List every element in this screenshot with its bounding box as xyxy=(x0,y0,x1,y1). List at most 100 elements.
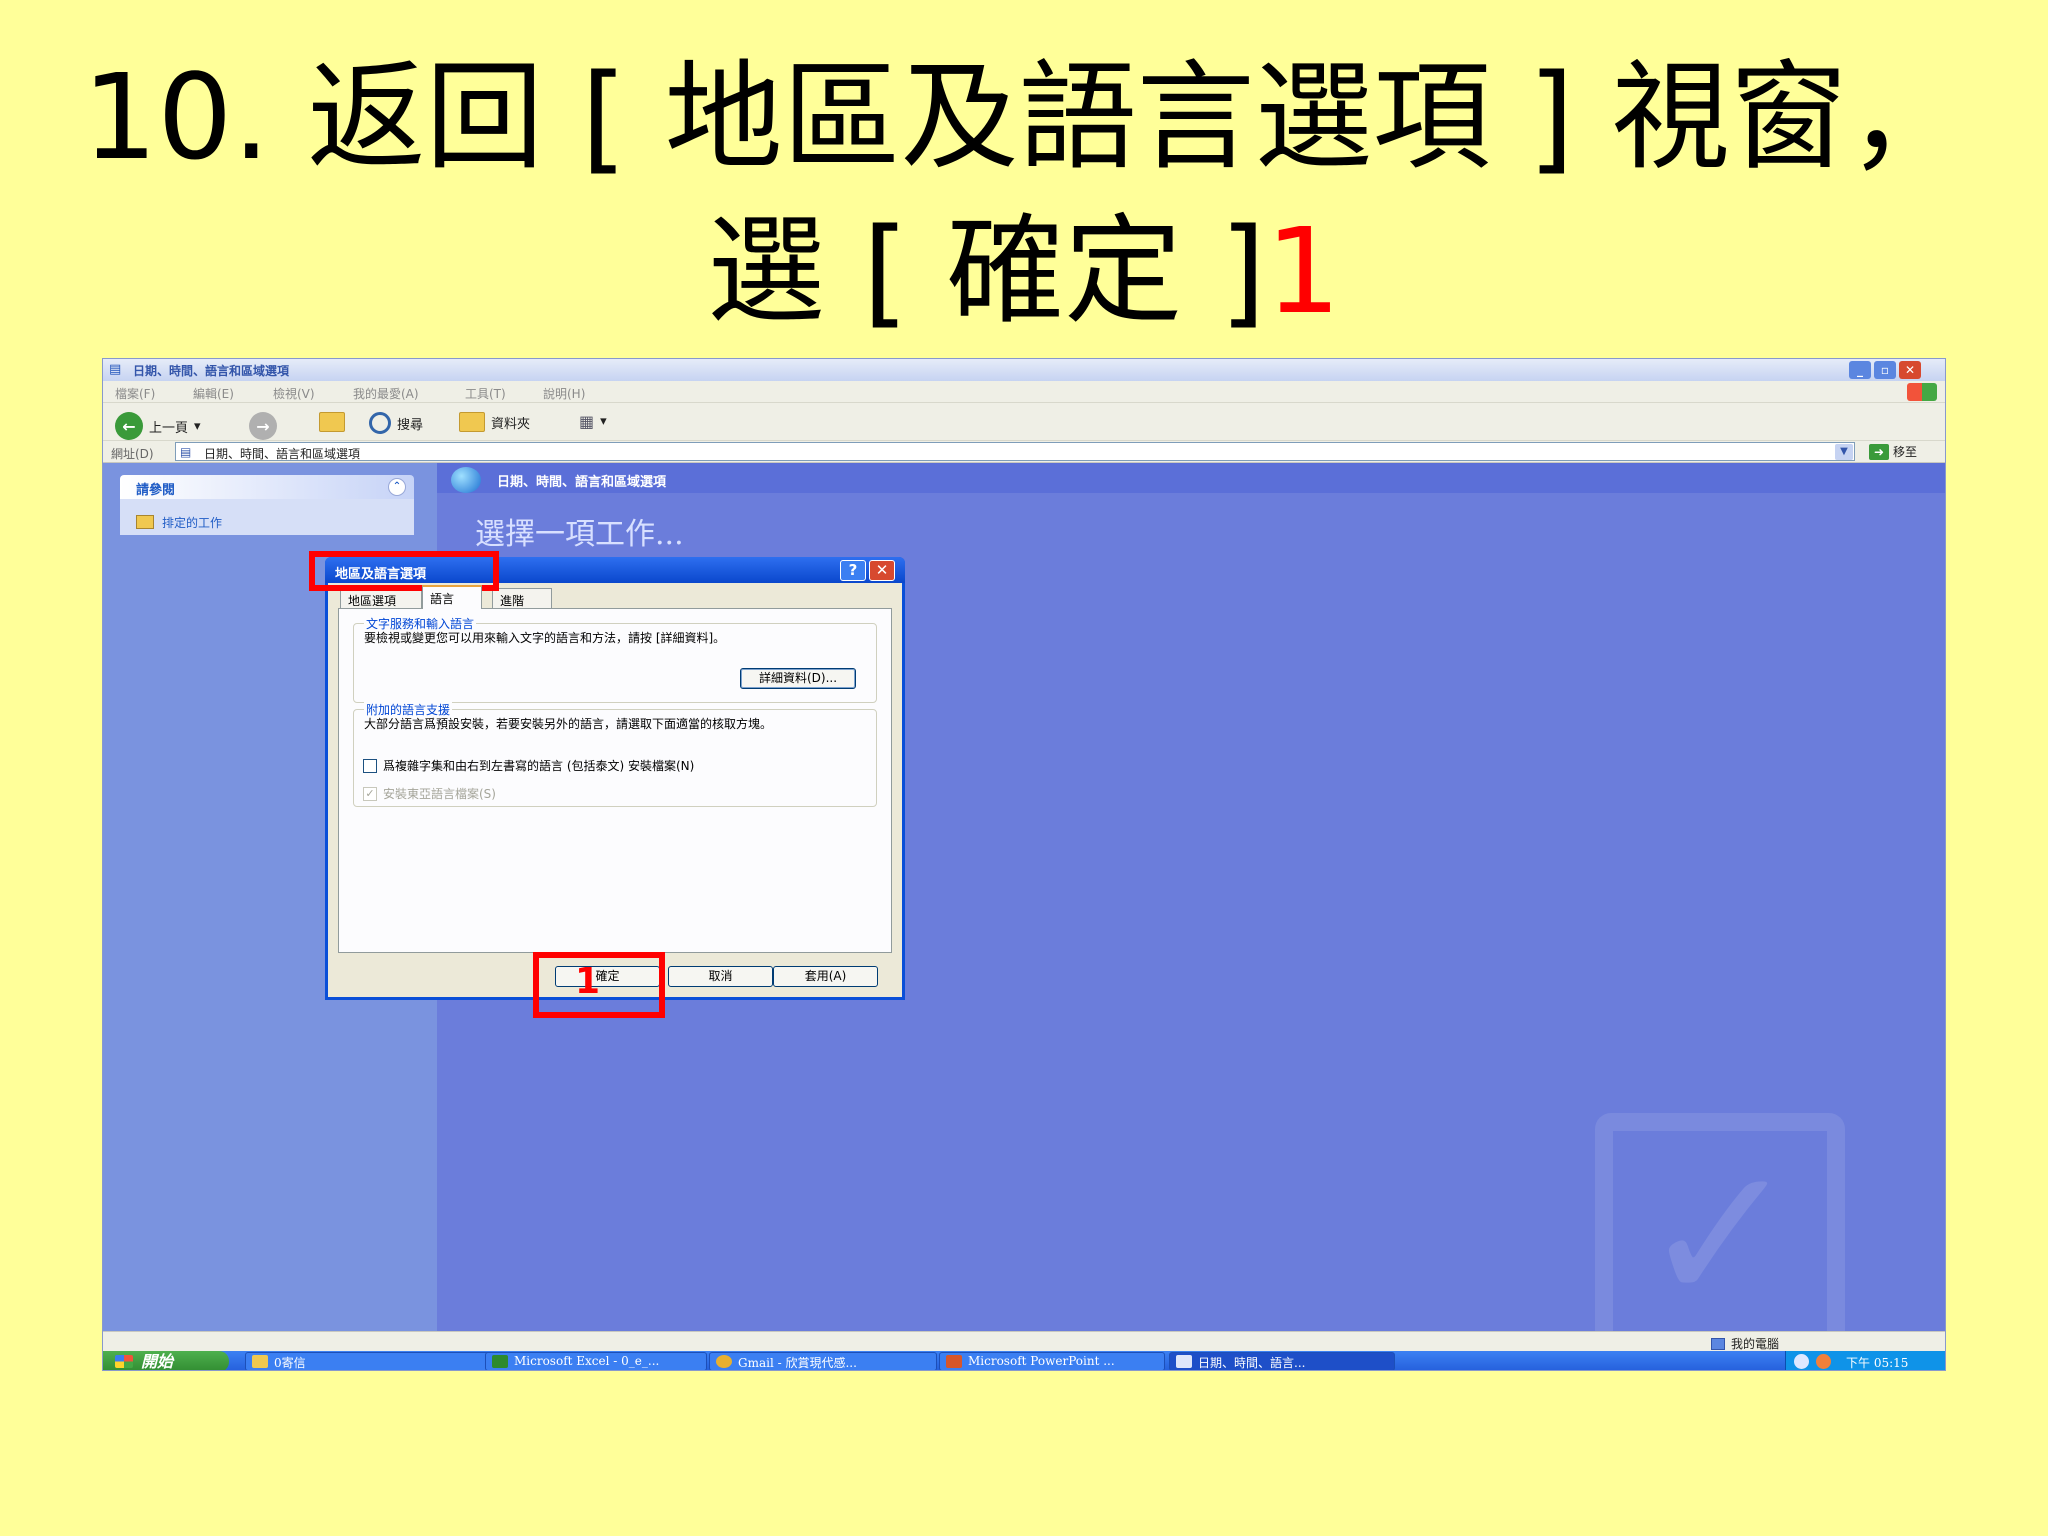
views-button[interactable]: ▦ ▾ xyxy=(579,412,607,431)
tray-app-icon[interactable] xyxy=(1816,1354,1831,1369)
menu-favorites[interactable]: 我的最愛(A) xyxy=(353,385,419,402)
start-label: 開始 xyxy=(141,1352,174,1371)
address-bar: 網址(D) ▤ 日期、時間、語言和區域選項 ▼ ➜ 移至 xyxy=(103,441,1945,463)
folder-icon xyxy=(252,1355,268,1368)
control-panel-icon: ▤ xyxy=(109,362,122,377)
text-services-group: 文字服務和輸入語言 要檢視或變更您可以用來輸入文字的語言和方法，請按 [詳細資料… xyxy=(353,615,877,703)
east-asian-checkbox-row: ✓ 安裝東亞語言檔案(S) xyxy=(363,785,496,802)
explorer-title-bar[interactable]: ▤ 日期、時間、語言和區域選項 _ ▫ ✕ xyxy=(103,359,1945,381)
explorer-title: 日期、時間、語言和區域選項 xyxy=(133,364,290,378)
windows-screenshot: ▤ 日期、時間、語言和區域選項 _ ▫ ✕ 檔案(F) 編輯(E) 檢視(V) … xyxy=(102,358,1946,1371)
go-button[interactable]: ➜ 移至 xyxy=(1869,443,1917,460)
powerpoint-icon xyxy=(946,1355,962,1368)
windows-flag-icon xyxy=(115,1355,133,1368)
taskbar-item-label: Microsoft Excel - 0_e_... xyxy=(514,1354,660,1368)
menu-file[interactable]: 檔案(F) xyxy=(115,385,155,402)
regional-language-dialog: 地區及語言選項 ? ✕ 地區選項 語言 進階 文字服務和輸入語言 要檢視或變更您… xyxy=(325,557,905,1000)
chevron-down-icon: ▾ xyxy=(600,414,607,429)
forward-button[interactable]: → xyxy=(249,412,277,440)
status-my-computer: 我的電腦 xyxy=(1711,1335,1779,1352)
supplemental-legend: 附加的語言支援 xyxy=(364,701,453,718)
taskbar-item-excel[interactable]: Microsoft Excel - 0_e_... xyxy=(485,1352,707,1370)
up-folder-icon xyxy=(319,412,345,432)
tab-languages[interactable]: 語言 xyxy=(422,585,482,609)
address-value: 日期、時間、語言和區域選項 xyxy=(204,447,361,461)
category-title: 日期、時間、語言和區域選項 xyxy=(497,475,667,490)
slide-title-step-number: 1 xyxy=(1265,202,1341,340)
chevron-down-icon: ▾ xyxy=(194,418,201,434)
address-dropdown-button[interactable]: ▼ xyxy=(1835,444,1853,460)
taskbar: 開始 0寄信 Microsoft Excel - 0_e_... Gmail -… xyxy=(103,1351,1945,1371)
supplemental-description: 大部分語言爲預設安裝，若要安裝另外的語言，請選取下面適當的核取方塊。 xyxy=(364,717,773,731)
go-label: 移至 xyxy=(1893,445,1918,459)
tab-advanced[interactable]: 進階 xyxy=(492,588,552,608)
browser-icon xyxy=(716,1355,732,1368)
help-button[interactable]: ? xyxy=(840,560,866,581)
taskbar-item-label: Gmail - 欣賞現代感... xyxy=(738,1356,857,1370)
search-label: 搜尋 xyxy=(397,417,424,433)
back-arrow-icon: ← xyxy=(115,412,143,440)
minimize-button[interactable]: _ xyxy=(1849,361,1871,379)
globe-icon xyxy=(451,467,481,493)
taskbar-item-label: 0寄信 xyxy=(274,1356,306,1370)
taskbar-item-datetime[interactable]: 日期、時間、語言... xyxy=(1169,1352,1395,1370)
category-header: 日期、時間、語言和區域選項 xyxy=(437,463,1945,493)
see-also-header[interactable]: 請參閱 ⌃ xyxy=(120,475,414,499)
start-button[interactable]: 開始 xyxy=(103,1351,229,1371)
apply-button[interactable]: 套用(A) xyxy=(773,966,878,987)
control-panel-icon xyxy=(1176,1355,1192,1368)
folders-button[interactable]: 資料夾 xyxy=(459,412,530,432)
taskbar-item-label: Microsoft PowerPoint ... xyxy=(968,1354,1115,1368)
ok-step-marker: 1 xyxy=(575,961,601,1002)
menu-edit[interactable]: 編輯(E) xyxy=(193,385,234,402)
dialog-body: 地區選項 語言 進階 文字服務和輸入語言 要檢視或變更您可以用來輸入文字的語言和… xyxy=(328,583,902,997)
forward-arrow-icon: → xyxy=(249,412,277,440)
menu-tools[interactable]: 工具(T) xyxy=(465,385,506,402)
taskbar-item-label: 日期、時間、語言... xyxy=(1198,1356,1306,1370)
search-button[interactable]: 搜尋 xyxy=(369,412,423,434)
windows-flag-icon xyxy=(1907,383,1937,401)
east-asian-checkbox: ✓ xyxy=(363,786,377,801)
views-icon: ▦ xyxy=(579,412,595,431)
menu-help[interactable]: 說明(H) xyxy=(543,385,585,402)
see-also-title: 請參閱 xyxy=(136,483,176,498)
details-button[interactable]: 詳細資料(D)... xyxy=(740,668,856,689)
computer-icon xyxy=(1711,1337,1725,1350)
complex-script-label: 爲複雜字集和由右到左書寫的語言 (包括泰文) 安裝檔案(N) xyxy=(383,759,695,773)
see-also-item-scheduled-tasks[interactable]: 排定的工作 xyxy=(162,514,222,531)
search-icon xyxy=(369,412,391,434)
taskbar-item-powerpoint[interactable]: Microsoft PowerPoint ... xyxy=(939,1352,1165,1370)
folders-label: 資料夾 xyxy=(491,416,531,432)
complex-script-checkbox[interactable] xyxy=(363,758,377,773)
go-arrow-icon: ➜ xyxy=(1869,443,1889,460)
clock[interactable]: 下午 05:15 xyxy=(1846,1356,1908,1370)
cancel-button[interactable]: 取消 xyxy=(668,966,773,987)
collapse-icon[interactable]: ⌃ xyxy=(388,478,406,496)
up-folder-button[interactable] xyxy=(319,412,345,432)
slide-title-line2: 選 [ 確定 ]1 xyxy=(0,196,2048,346)
excel-icon xyxy=(492,1355,508,1368)
status-computer-label: 我的電腦 xyxy=(1731,1337,1780,1351)
dialog-close-button[interactable]: ✕ xyxy=(869,560,895,581)
tab-regional-options[interactable]: 地區選項 xyxy=(340,588,422,608)
back-label: 上一頁 xyxy=(149,420,189,436)
east-asian-label: 安裝東亞語言檔案(S) xyxy=(383,787,496,801)
restore-button[interactable]: ▫ xyxy=(1874,361,1896,379)
tray-expand-icon[interactable] xyxy=(1794,1354,1809,1369)
pick-task-heading: 選擇一項工作... xyxy=(475,517,684,552)
see-also-list: 排定的工作 xyxy=(120,499,414,535)
complex-script-checkbox-row[interactable]: 爲複雜字集和由右到左書寫的語言 (包括泰文) 安裝檔案(N) xyxy=(363,757,694,774)
toolbar: ← 上一頁 ▾ → 搜尋 資料夾 ▦ ▾ xyxy=(103,403,1945,441)
slide-title-line1: 10. 返回 [ 地區及語言選項 ] 視窗， xyxy=(82,48,1966,186)
taskbar-item-gmail[interactable]: Gmail - 欣賞現代感... xyxy=(709,1352,937,1370)
address-label: 網址(D) xyxy=(111,447,154,461)
back-button[interactable]: ← 上一頁 ▾ xyxy=(115,412,201,440)
scheduled-tasks-icon xyxy=(136,515,154,529)
menu-view[interactable]: 檢視(V) xyxy=(273,385,315,402)
folders-icon xyxy=(459,412,485,432)
text-services-legend: 文字服務和輸入語言 xyxy=(364,615,477,632)
address-input[interactable]: ▤ 日期、時間、語言和區域選項 xyxy=(175,442,1855,461)
text-services-description: 要檢視或變更您可以用來輸入文字的語言和方法，請按 [詳細資料]。 xyxy=(364,631,726,645)
system-tray: 下午 05:15 xyxy=(1785,1351,1945,1370)
close-button[interactable]: ✕ xyxy=(1899,361,1921,379)
